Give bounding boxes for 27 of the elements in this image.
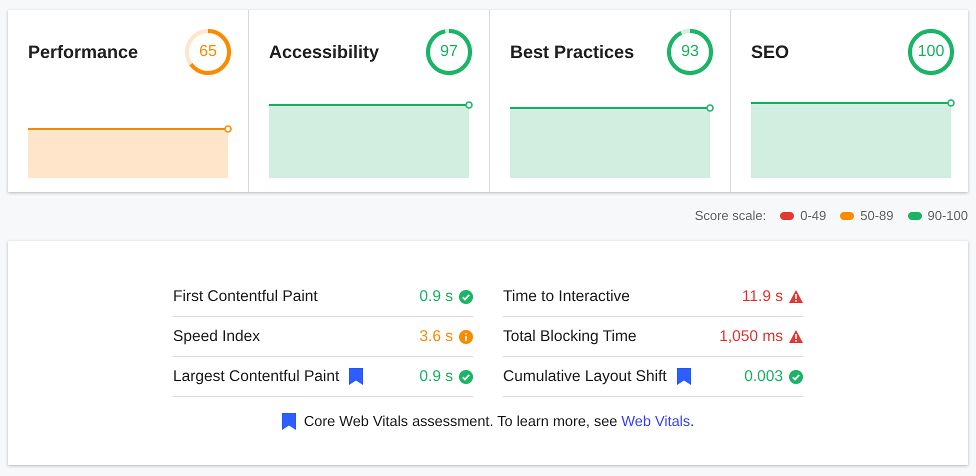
legend-range: 50-89 [860,208,894,223]
bookmark-icon [282,413,296,430]
metric-value: 0.003 [744,368,783,386]
metric-name: First Contentful Paint [173,288,318,306]
category-title: SEO [751,42,790,62]
footnote-text: Core Web Vitals assessment. To learn more, see Web Vitals. [304,414,694,430]
score-value: 93 [681,43,699,61]
metric-name: Total Blocking Time [503,328,637,346]
metric-value: 0.9 s [419,368,453,386]
score-value: 65 [199,43,217,61]
metric-value: 11.9 s [742,288,783,306]
web-vitals-link[interactable]: Web Vitals [621,414,690,430]
category-title: Performance [28,42,138,62]
metric-name: Speed Index [173,328,260,346]
score-value: 97 [440,43,458,61]
metric-value: 0.9 s [419,288,453,306]
score-value: 100 [918,43,944,61]
metric-value: 1,050 ms [719,328,783,346]
legend-range: 0-49 [800,208,826,223]
legend-range: 90-100 [928,208,968,223]
metric-name: Largest Contentful Paint [173,368,340,386]
metric-value: 3.6 s [419,328,453,346]
category-title: Best Practices [510,42,634,62]
legend-label: Score scale: [694,208,766,223]
metric-name: Cumulative Layout Shift [503,368,667,386]
category-title: Accessibility [269,42,380,62]
metric-name: Time to Interactive [503,288,630,306]
